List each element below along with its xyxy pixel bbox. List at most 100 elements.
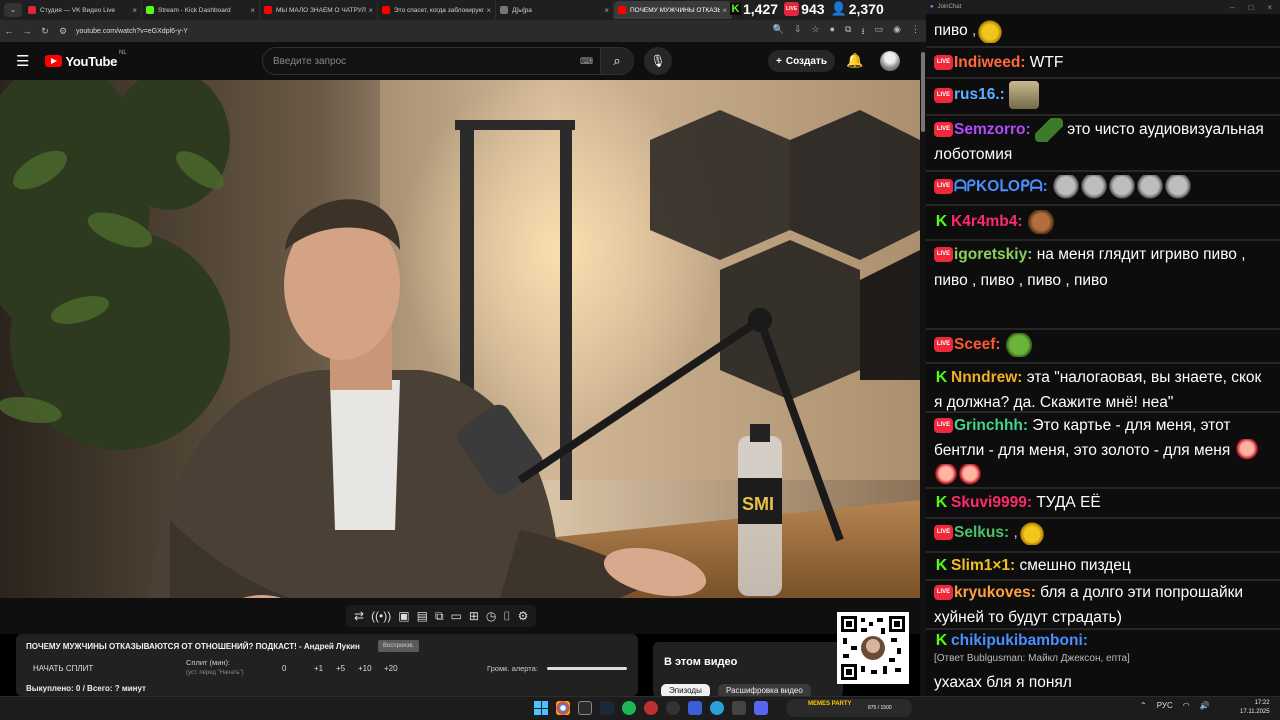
windows-start-icon[interactable] [534,701,548,715]
loop-icon[interactable]: ⇄ [354,609,364,623]
gear-icon[interactable]: ⚙ [518,609,529,623]
kick-logo-icon: K [730,3,741,15]
create-button[interactable]: + Создать [768,50,835,72]
menu-icon[interactable]: ☰ [16,52,29,70]
maximize-icon[interactable]: □ [1248,3,1253,12]
speed-icon[interactable]: ◷ [486,609,496,623]
close-tab-icon[interactable]: × [604,6,609,15]
media-player-icon[interactable] [688,701,702,715]
chat-message: K Skuvi9999: ТУДА ЕЁ [935,494,1101,512]
desktop: ⌄ Студия — VK Видео Live × Stream - Kick… [0,0,1280,720]
app-icon[interactable] [666,701,680,715]
close-tab-icon[interactable]: × [722,6,727,15]
reload-icon[interactable]: ↻ [36,26,54,37]
app-icon[interactable] [732,701,746,715]
extension-icon[interactable]: ● [830,24,835,40]
tab-search-button[interactable]: ⌄ [4,3,22,17]
zoom-icon[interactable]: 🔍 [773,24,784,40]
kick-viewer-count: K 1,427 [730,1,779,17]
system-clock[interactable]: 17:22 17.11.2025 [1240,699,1270,717]
video-player[interactable]: SMI [0,80,920,598]
telegram-icon[interactable] [710,701,724,715]
chat-username[interactable]: chikipukibamboni: [951,632,1088,649]
browser-tab-youtube-2[interactable]: Это спасет, когда заблокируют × [378,1,496,19]
chat-username[interactable]: rus16.: [954,86,1005,103]
alert-volume-slider[interactable] [547,667,627,670]
memes-party-overlay: MEMES PARTY 875 / 1500 [786,699,912,717]
language-indicator[interactable]: РУС [1157,701,1173,710]
close-tab-icon[interactable]: × [486,6,491,15]
avatar[interactable] [880,51,900,71]
youtube-logo[interactable]: YouTube NL [45,50,127,69]
download-icon[interactable]: ⭳ [861,24,864,40]
browser-tab-youtube-1[interactable]: МЫ МАЛО ЗНАЕМ О ЧАТРУЛЕТКЕ × [260,1,378,19]
split-add-10-button[interactable]: +10 [358,664,372,673]
browser-tab-kick-dashboard[interactable]: Stream - Kick Dashboard × [142,1,260,19]
chat-username[interactable]: Selkus: [954,524,1009,541]
chat-username[interactable]: Semzorro: [954,121,1031,138]
browser-tab-vk-studio[interactable]: Студия — VK Видео Live × [24,1,142,19]
chevron-up-icon[interactable]: ⌃ [1140,701,1147,710]
chat-username[interactable]: Indiweed: [954,54,1025,71]
add-icon[interactable]: ⊞ [469,609,479,623]
video-settings-icon[interactable]: ▣ [398,609,409,623]
steam-icon[interactable] [600,701,614,715]
profile-icon[interactable]: ◉ [893,24,901,40]
close-tab-icon[interactable]: × [368,6,373,15]
notifications-bell-icon[interactable]: 🔔 [846,52,863,69]
image-emote-icon [1009,81,1040,109]
scrollbar-thumb[interactable] [921,52,925,132]
chat-username[interactable]: K4r4mb4: [951,213,1023,230]
search-input[interactable]: Введите запрос ⌨ [262,47,602,75]
discord-icon[interactable] [754,701,768,715]
bookmark-star-icon[interactable]: ☆ [812,24,820,40]
close-icon[interactable]: × [1267,3,1272,12]
minimize-icon[interactable]: – [1230,3,1234,12]
split-add-20-button[interactable]: +20 [384,664,398,673]
chat-username[interactable]: Nnndrew: [951,369,1022,386]
chrome-icon[interactable] [556,701,570,715]
spotify-icon[interactable] [622,701,636,715]
kick-logo-icon: K [935,632,948,650]
obs-icon[interactable] [644,701,658,715]
site-info-icon[interactable]: ⚙ [54,26,72,37]
youtube-favicon [618,6,626,14]
chat-username[interactable]: ᗩᑭKOᒪOᑭᗩ: [954,178,1048,195]
browser-tab-active-youtube[interactable]: ПОЧЕМУ МУЖЧИНЫ ОТКАЗЫ × [614,1,732,19]
picture-in-picture-icon[interactable]: ⧉ [435,609,444,624]
broadcast-icon[interactable]: ((•)) [371,609,391,623]
start-split-button[interactable]: НАЧАТЬ СПЛИТ [33,664,93,673]
theater-mode-icon[interactable]: ▭ [451,609,462,623]
screenshot-icon[interactable]: ⌷ [503,609,510,624]
beer-emote-icon [1017,520,1046,545]
chat-username[interactable]: Grinchhh: [954,417,1028,434]
volume-icon[interactable]: 🔊 [1200,701,1210,710]
explorer-icon[interactable] [578,701,592,715]
chat-username[interactable]: Slim1×1: [951,557,1015,574]
search-button[interactable]: ⌕ [600,47,634,75]
chat-username[interactable]: Skuvi9999: [951,494,1032,511]
split-add-5-button[interactable]: +5 [336,664,345,673]
close-tab-icon[interactable]: × [132,6,137,15]
wifi-icon[interactable]: ◠ [1183,701,1190,710]
split-view-icon[interactable]: ▭ [875,24,884,40]
split-minutes-label: Сплит (мин): [186,658,231,667]
url-field[interactable]: youtube.com/watch?v=eGXdpl6-y-Y [76,28,188,35]
chat-username[interactable]: kryukoves: [954,584,1036,601]
split-add-1-button[interactable]: +1 [314,664,323,673]
forward-icon[interactable]: → [18,26,36,36]
close-tab-icon[interactable]: × [250,6,255,15]
clip-icon[interactable]: ▤ [417,609,428,623]
chat-app-icon: ● [930,4,934,10]
keyboard-icon[interactable]: ⌨ [580,56,593,67]
back-icon[interactable]: ← [0,26,18,36]
chat-divider [926,517,1280,519]
chat-username[interactable]: igoretskiy: [954,246,1032,263]
browser-tab-dyra[interactable]: Д[ы]ра × [496,1,614,19]
browser-menu-icon[interactable]: ⋮ [911,24,920,40]
install-icon[interactable]: ⇩ [794,24,802,40]
vk-live-icon: LIVE [934,247,953,263]
puzzle-icon[interactable]: ⧉ [845,24,851,40]
chat-username[interactable]: Sceef: [954,336,1001,353]
voice-search-button[interactable]: 🎙 [644,47,672,75]
